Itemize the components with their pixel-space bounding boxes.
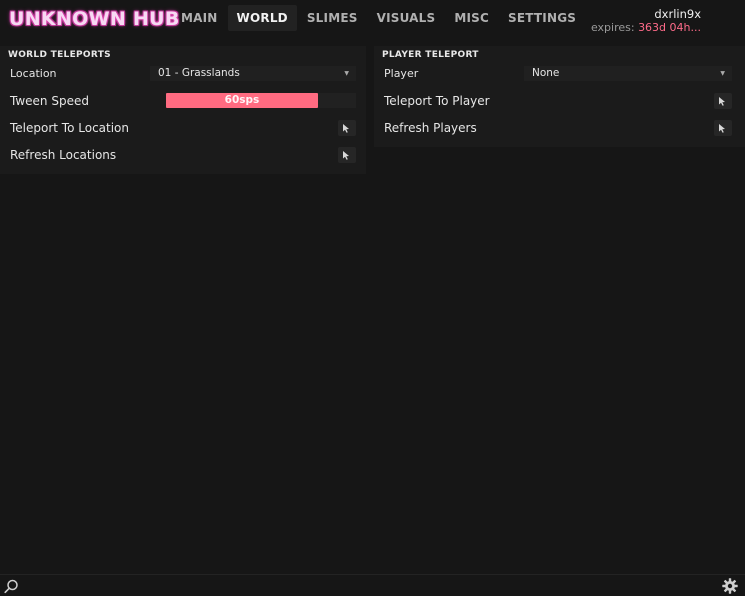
cursor-icon (719, 97, 725, 106)
expires-label: expires: (590, 21, 635, 34)
player-selected-value: None (532, 67, 560, 79)
teleport-player-row: Teleport To Player (384, 92, 732, 110)
cursor-icon (343, 151, 349, 160)
slider-value: 60sps (224, 94, 260, 106)
tab-visuals[interactable]: VISUALS (368, 5, 445, 31)
footer-bar (0, 574, 745, 596)
location-dropdown[interactable]: 01 - Grasslands ▼ (150, 66, 356, 81)
tab-main[interactable]: MAIN (172, 5, 227, 31)
header: UNKNOWN HUB MAIN WORLD SLIMES VISUALS MI… (0, 0, 745, 38)
refresh-players-button[interactable] (714, 120, 732, 136)
user-info: dxrlin9x expires: 363d 04h... (591, 7, 701, 34)
player-dropdown[interactable]: None ▼ (524, 66, 732, 81)
location-selected-value: 01 - Grasslands (158, 67, 240, 79)
tab-settings[interactable]: SETTINGS (499, 5, 585, 31)
teleport-location-row: Teleport To Location (10, 119, 356, 137)
teleport-player-button[interactable] (714, 93, 732, 109)
tab-bar: MAIN WORLD SLIMES VISUALS MISC SETTINGS (172, 5, 586, 31)
refresh-locations-label: Refresh Locations (10, 148, 117, 162)
username: dxrlin9x (654, 7, 701, 21)
player-teleport-panel: PLAYER TELEPORT Player None ▼ Teleport T… (374, 46, 745, 147)
search-icon[interactable] (4, 579, 19, 594)
refresh-locations-button[interactable] (338, 147, 356, 163)
player-label: Player (384, 67, 419, 80)
panel-title: PLAYER TELEPORT (382, 50, 479, 60)
cursor-icon (343, 124, 349, 133)
chevron-down-icon: ▼ (720, 70, 725, 77)
location-row: Location 01 - Grasslands ▼ (10, 65, 356, 83)
teleport-location-label: Teleport To Location (10, 121, 130, 135)
tween-speed-slider[interactable]: 60sps (166, 93, 356, 108)
tween-speed-row: Tween Speed 60sps (10, 92, 356, 110)
tab-slimes[interactable]: SLIMES (298, 5, 367, 31)
tween-speed-label: Tween Speed (10, 94, 89, 108)
player-row: Player None ▼ (384, 65, 732, 83)
panel-title: WORLD TELEPORTS (8, 50, 111, 60)
teleport-player-label: Teleport To Player (384, 94, 490, 108)
expires-value: 363d 04h... (638, 21, 701, 34)
app-logo: UNKNOWN HUB (9, 8, 180, 30)
chevron-down-icon: ▼ (344, 70, 349, 77)
refresh-locations-row: Refresh Locations (10, 146, 356, 164)
cursor-icon (719, 124, 725, 133)
world-teleports-panel: WORLD TELEPORTS Location 01 - Grasslands… (0, 46, 366, 174)
gear-icon[interactable] (722, 578, 738, 594)
refresh-players-label: Refresh Players (384, 121, 477, 135)
teleport-location-button[interactable] (338, 120, 356, 136)
refresh-players-row: Refresh Players (384, 119, 732, 137)
location-label: Location (10, 67, 57, 80)
tab-world[interactable]: WORLD (227, 5, 297, 31)
tab-misc[interactable]: MISC (445, 5, 498, 31)
expiry-info: expires: 363d 04h... (591, 21, 701, 34)
app-window: UNKNOWN HUB MAIN WORLD SLIMES VISUALS MI… (0, 0, 745, 596)
